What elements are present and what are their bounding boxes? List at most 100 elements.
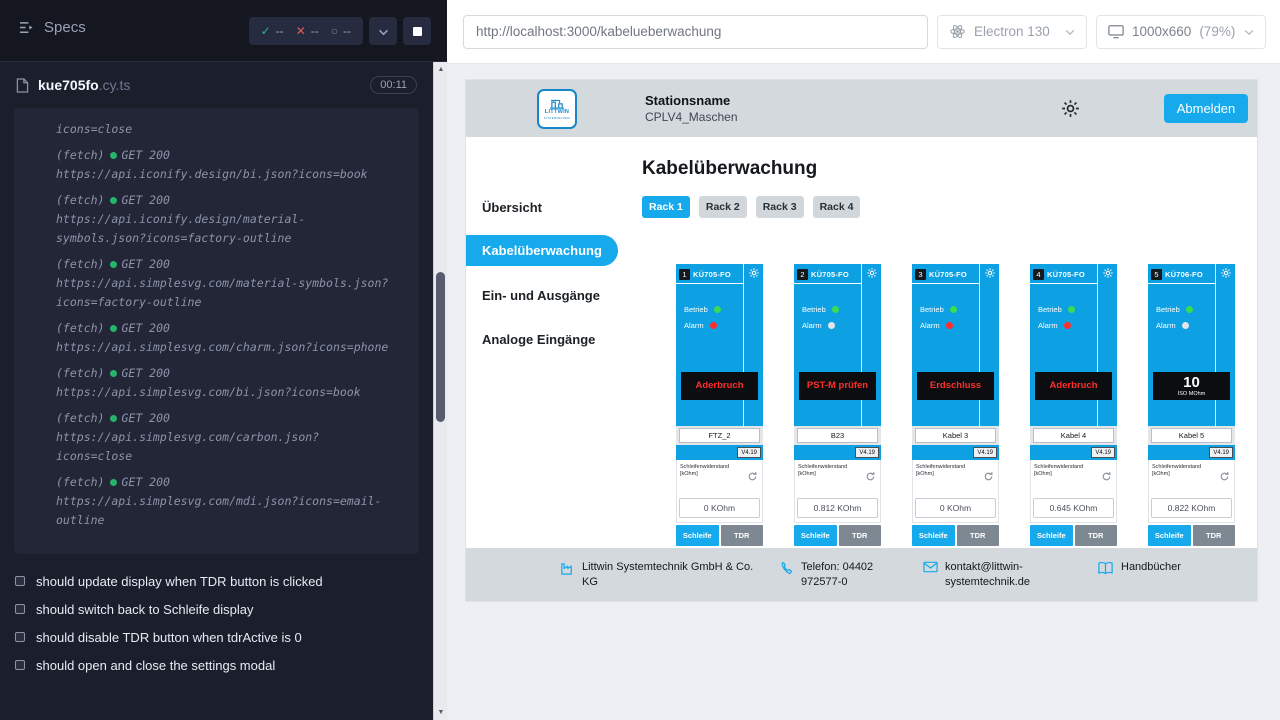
slot-number-badge: 4 xyxy=(1033,269,1044,280)
schleife-button[interactable]: Schleife xyxy=(1148,525,1191,546)
settings-gear-icon[interactable] xyxy=(1060,98,1081,124)
log-entry[interactable]: (fetch)GET 200 https://api.simplesvg.com… xyxy=(56,364,391,402)
collapse-button[interactable] xyxy=(369,17,397,45)
slot-number-badge: 1 xyxy=(679,269,690,280)
stop-icon xyxy=(413,27,422,36)
cable-name: FTZ_2 xyxy=(679,428,760,443)
test-box-icon xyxy=(15,604,25,614)
card-settings-gear-icon[interactable] xyxy=(1102,267,1114,279)
device-model: KÜ705-FO xyxy=(693,270,731,279)
logout-button[interactable]: Abmelden xyxy=(1164,94,1248,123)
page-title: Kabelüberwachung xyxy=(642,158,1257,180)
scroll-up-arrow-icon[interactable]: ▲ xyxy=(434,63,448,76)
log-entry[interactable]: icons=close xyxy=(56,120,391,139)
crane-icon xyxy=(548,97,566,109)
log-entry[interactable]: (fetch)GET 200 https://api.simplesvg.com… xyxy=(56,255,391,312)
measure-value: 0.822 KOhm xyxy=(1151,498,1232,518)
device-card-5: 5 KÜ706-FO Betrieb Alarm 10 ISO MOhm xyxy=(1148,264,1235,546)
spec-file-icon xyxy=(16,78,29,93)
device-card-4: 4 KÜ705-FO Betrieb Alarm Aderbruch Kabel… xyxy=(1030,264,1117,546)
cypress-runner-panel: Specs ✓-- ✕-- ○-- kue705fo.cy.ts 00:11 i… xyxy=(0,0,447,720)
station-label: Stationsname xyxy=(645,93,738,108)
tab-rack-3[interactable]: Rack 3 xyxy=(756,196,804,218)
test-item[interactable]: should open and close the settings modal xyxy=(15,651,430,679)
success-dot-icon xyxy=(110,370,117,377)
test-item[interactable]: should switch back to Schleife display xyxy=(15,595,430,623)
log-entry[interactable]: (fetch)GET 200 https://api.iconify.desig… xyxy=(56,191,391,248)
sidebar-item-uebersicht[interactable]: Übersicht xyxy=(466,185,630,229)
refresh-icon[interactable] xyxy=(1101,471,1112,482)
scroll-down-arrow-icon[interactable]: ▼ xyxy=(434,706,448,719)
footer-email[interactable]: kontakt@littwin-systemtechnik.de xyxy=(923,560,1075,590)
tab-rack-2[interactable]: Rack 2 xyxy=(699,196,747,218)
test-item[interactable]: should disable TDR button when tdrActive… xyxy=(15,623,430,651)
alarm-label: Alarm xyxy=(684,321,704,330)
browser-select[interactable]: Electron 130 xyxy=(937,15,1087,49)
command-log: icons=close (fetch)GET 200 https://api.i… xyxy=(14,108,419,554)
device-model: KÜ705-FO xyxy=(811,270,849,279)
schleife-button[interactable]: Schleife xyxy=(794,525,837,546)
refresh-icon[interactable] xyxy=(747,471,758,482)
stat-failed: ✕-- xyxy=(296,24,319,38)
stop-button[interactable] xyxy=(403,17,431,45)
tab-rack-1[interactable]: Rack 1 xyxy=(642,196,690,218)
footer-company[interactable]: Littwin Systemtechnik GmbH & Co. KG xyxy=(560,560,757,590)
app-window: LITTWIN SYSTEMTECHNIK Stationsname CPLV4… xyxy=(466,80,1257,601)
specs-toggle[interactable]: Specs xyxy=(18,19,86,36)
tdr-button[interactable]: TDR xyxy=(957,525,1000,546)
browser-toolbar: Electron 130 1000x660 (79%) xyxy=(447,0,1280,64)
tdr-button[interactable]: TDR xyxy=(839,525,882,546)
betrieb-label: Betrieb xyxy=(802,305,826,314)
device-model: KÜ705-FO xyxy=(929,270,967,279)
refresh-icon[interactable] xyxy=(983,471,994,482)
schleife-button[interactable]: Schleife xyxy=(1030,525,1073,546)
url-input[interactable] xyxy=(463,15,928,49)
sidebar-item-kabelueberwachung[interactable]: Kabelüberwachung xyxy=(466,235,618,266)
measure-label: Schleifenwiderstand [kOhm] xyxy=(798,464,856,482)
scrollbar-thumb[interactable] xyxy=(436,272,445,422)
footer-manuals[interactable]: Handbücher xyxy=(1097,560,1181,575)
spec-file-row[interactable]: kue705fo.cy.ts 00:11 xyxy=(0,62,433,108)
schleife-button[interactable]: Schleife xyxy=(912,525,955,546)
measure-label: Schleifenwiderstand [kOhm] xyxy=(680,464,738,482)
reporter-scrollbar[interactable]: ▲ ▼ xyxy=(433,62,447,720)
sidebar-item-ein-und-ausgaenge[interactable]: Ein- und Ausgänge xyxy=(466,273,630,317)
alarm-label: Alarm xyxy=(1156,321,1176,330)
betrieb-label: Betrieb xyxy=(1156,305,1180,314)
success-dot-icon xyxy=(110,415,117,422)
app-main: Kabelüberwachung Rack 1 Rack 2 Rack 3 Ra… xyxy=(630,137,1257,548)
log-entry[interactable]: (fetch)GET 200 https://api.simplesvg.com… xyxy=(56,473,391,530)
factory-icon xyxy=(560,561,575,576)
device-card-1: 1 KÜ705-FO Betrieb Alarm Aderbruch FTZ_2 xyxy=(676,264,763,546)
card-settings-gear-icon[interactable] xyxy=(984,267,996,279)
card-divider xyxy=(743,264,744,426)
device-card-2: 2 KÜ705-FO Betrieb Alarm PST-M prüfen B2… xyxy=(794,264,881,546)
alarm-led xyxy=(946,322,953,329)
log-entry[interactable]: (fetch)GET 200 https://api.simplesvg.com… xyxy=(56,319,391,357)
betrieb-label: Betrieb xyxy=(920,305,944,314)
firmware-version: V4.19 xyxy=(855,447,879,458)
test-item[interactable]: should update display when TDR button is… xyxy=(15,567,430,595)
runner-header: Specs ✓-- ✕-- ○-- xyxy=(0,0,447,62)
footer-phone[interactable]: Telefon: 04402 972577-0 xyxy=(779,560,901,590)
tdr-button[interactable]: TDR xyxy=(1075,525,1118,546)
tab-rack-4[interactable]: Rack 4 xyxy=(813,196,861,218)
schleife-button[interactable]: Schleife xyxy=(676,525,719,546)
app-sidebar: Übersicht Kabelüberwachung Ein- und Ausg… xyxy=(466,137,630,548)
refresh-icon[interactable] xyxy=(865,471,876,482)
tdr-button[interactable]: TDR xyxy=(721,525,764,546)
success-dot-icon xyxy=(110,325,117,332)
card-settings-gear-icon[interactable] xyxy=(748,267,760,279)
log-entry[interactable]: (fetch)GET 200 https://api.iconify.desig… xyxy=(56,146,391,184)
viewport-icon xyxy=(1108,24,1124,39)
sidebar-item-analoge-eingaenge[interactable]: Analoge Eingänge xyxy=(466,317,630,361)
tdr-button[interactable]: TDR xyxy=(1193,525,1236,546)
station-name: CPLV4_Maschen xyxy=(645,110,738,124)
card-settings-gear-icon[interactable] xyxy=(1220,267,1232,279)
log-entry[interactable]: (fetch)GET 200 https://api.simplesvg.com… xyxy=(56,409,391,466)
card-settings-gear-icon[interactable] xyxy=(866,267,878,279)
x-icon: ✕ xyxy=(296,24,306,38)
viewport-select[interactable]: 1000x660 (79%) xyxy=(1096,15,1266,49)
refresh-icon[interactable] xyxy=(1219,471,1230,482)
card-divider xyxy=(1215,264,1216,426)
